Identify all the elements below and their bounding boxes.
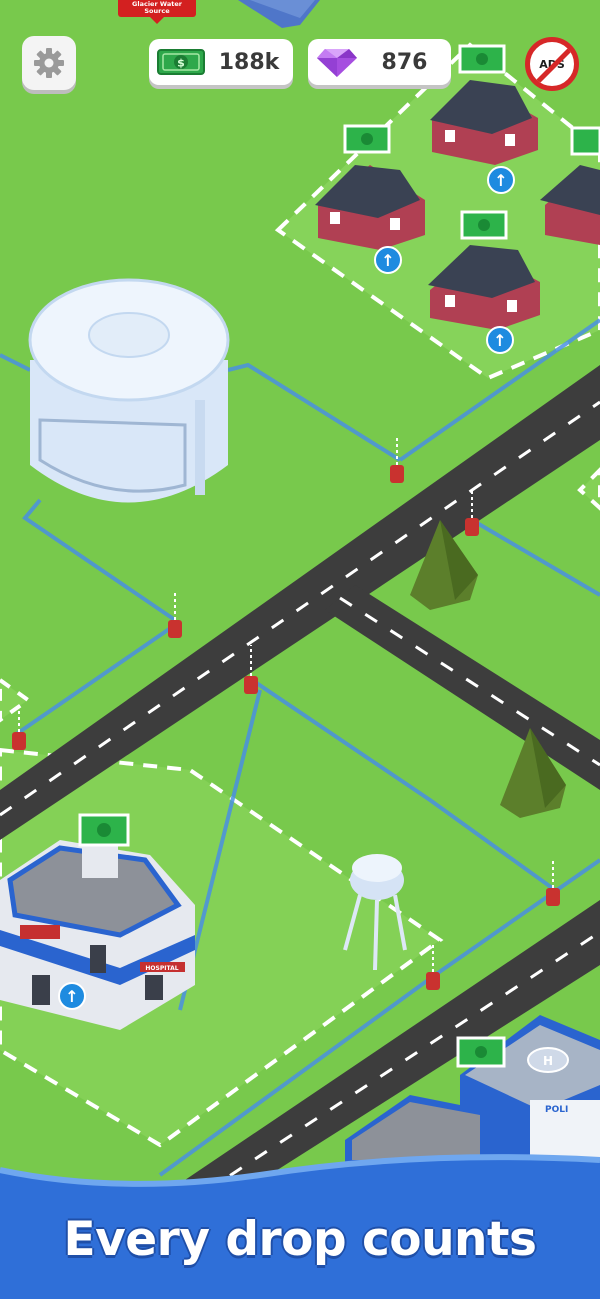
- cash-counter[interactable]: $ 188k: [149, 39, 293, 85]
- hospital-sign: HOSPITAL: [145, 965, 178, 972]
- svg-text:↑: ↑: [65, 987, 78, 1006]
- svg-text:↑: ↑: [381, 251, 394, 270]
- location-tag[interactable]: Glacier Water Source: [118, 0, 196, 24]
- water-tank[interactable]: [28, 278, 230, 503]
- gem-icon: [317, 49, 357, 77]
- svg-text:↑: ↑: [493, 331, 506, 350]
- cash-icon: $: [157, 49, 205, 75]
- police-sign: POLI: [545, 1105, 568, 1115]
- settings-button[interactable]: [22, 36, 76, 90]
- city-map[interactable]: ↑ ↑ ↑ HOSPITAL ↑ H POLI: [0, 0, 600, 1299]
- cash-value: 188k: [218, 49, 280, 75]
- svg-text:$: $: [177, 57, 185, 70]
- no-ads-button[interactable]: ADS: [525, 37, 579, 91]
- gear-icon: [34, 48, 64, 78]
- location-tag-line2: Source: [144, 7, 170, 15]
- gem-counter[interactable]: 876: [308, 39, 451, 85]
- svg-text:↑: ↑: [494, 171, 507, 190]
- tagline: Every drop counts: [63, 1212, 537, 1267]
- gem-value: 876: [381, 49, 428, 75]
- svg-text:H: H: [543, 1054, 553, 1068]
